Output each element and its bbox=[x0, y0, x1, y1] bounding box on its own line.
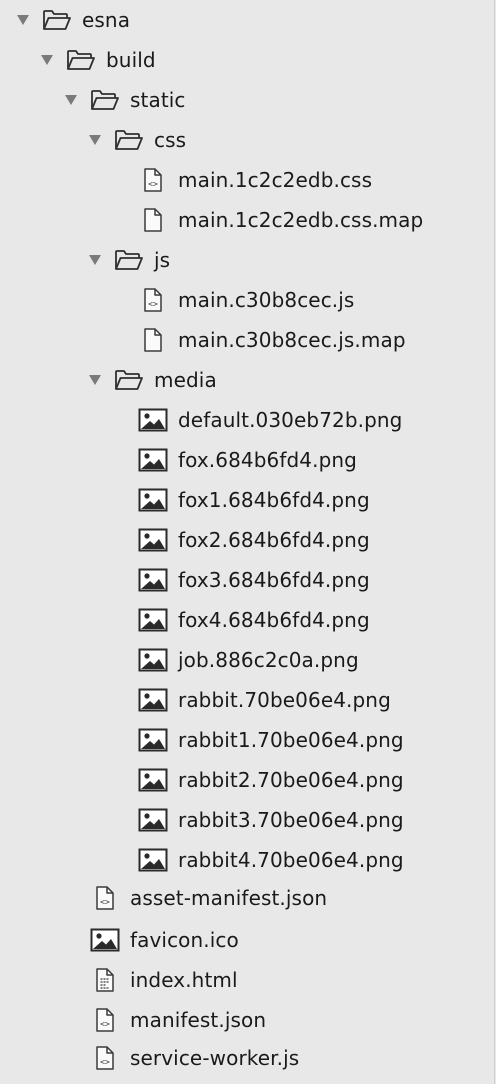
image-file-icon bbox=[138, 647, 168, 673]
image-file-icon bbox=[138, 527, 168, 553]
file-label: service-worker.js bbox=[130, 1046, 300, 1070]
file-label: fox4.684b6fd4.png bbox=[178, 608, 370, 632]
file-label: main.1c2c2edb.css bbox=[178, 168, 373, 192]
tree-file-item[interactable]: main.c30b8cec.js.map bbox=[0, 320, 494, 360]
file-label: fox.684b6fd4.png bbox=[178, 448, 357, 472]
code-file-icon: <> bbox=[138, 287, 168, 313]
image-file-icon bbox=[90, 927, 120, 953]
image-file-icon bbox=[138, 607, 168, 633]
svg-text:<>: <> bbox=[148, 180, 158, 189]
tree-file-item[interactable]: <> manifest.json bbox=[0, 1000, 494, 1040]
tree-file-item[interactable]: default.030eb72b.png bbox=[0, 400, 494, 440]
code-file-icon: <> bbox=[138, 167, 168, 193]
code-file-icon: <> bbox=[90, 1007, 120, 1033]
image-file-icon bbox=[138, 767, 168, 793]
tree-file-item[interactable]: fox4.684b6fd4.png bbox=[0, 600, 494, 640]
image-file-icon bbox=[138, 407, 168, 433]
image-file-icon bbox=[138, 687, 168, 713]
tree-file-item[interactable]: rabbit1.70be06e4.png bbox=[0, 720, 494, 760]
disclosure-triangle-expanded-icon[interactable] bbox=[16, 14, 30, 26]
file-label: rabbit4.70be06e4.png bbox=[178, 848, 404, 872]
file-label: index.html bbox=[130, 968, 238, 992]
disclosure-triangle-expanded-icon[interactable] bbox=[64, 94, 78, 106]
tree-file-item[interactable]: main.1c2c2edb.css.map bbox=[0, 200, 494, 240]
folder-open-icon bbox=[114, 127, 144, 153]
file-label: job.886c2c0a.png bbox=[178, 648, 359, 672]
disclosure-triangle-expanded-icon[interactable] bbox=[88, 254, 102, 266]
file-label: rabbit1.70be06e4.png bbox=[178, 728, 404, 752]
folder-open-icon bbox=[42, 7, 72, 33]
image-file-icon bbox=[138, 447, 168, 473]
code-file-icon: <> bbox=[90, 1045, 120, 1071]
folder-label: js bbox=[154, 248, 171, 272]
image-file-icon bbox=[138, 847, 168, 873]
tree-folder-css[interactable]: css bbox=[0, 120, 494, 160]
code-file-icon: <> bbox=[90, 885, 120, 911]
tree-file-item[interactable]: <> asset-manifest.json bbox=[0, 878, 494, 918]
tree-file-item[interactable]: rabbit.70be06e4.png bbox=[0, 680, 494, 720]
disclosure-triangle-expanded-icon[interactable] bbox=[88, 374, 102, 386]
blank-file-icon bbox=[138, 207, 168, 233]
image-file-icon bbox=[138, 727, 168, 753]
tree-file-item[interactable]: <> main.c30b8cec.js bbox=[0, 280, 494, 320]
tree-file-item[interactable]: rabbit4.70be06e4.png bbox=[0, 840, 494, 880]
tree-folder-esna[interactable]: esna bbox=[0, 0, 494, 40]
svg-text:<>: <> bbox=[100, 1058, 110, 1067]
file-label: fox3.684b6fd4.png bbox=[178, 568, 370, 592]
tree-file-item[interactable]: <> main.1c2c2edb.css bbox=[0, 160, 494, 200]
tree-file-item[interactable]: fox1.684b6fd4.png bbox=[0, 480, 494, 520]
tree-file-item[interactable]: fox.684b6fd4.png bbox=[0, 440, 494, 480]
blank-file-icon bbox=[138, 327, 168, 353]
file-label: manifest.json bbox=[130, 1008, 267, 1032]
file-label: main.c30b8cec.js bbox=[178, 288, 355, 312]
tree-file-item[interactable]: index.html bbox=[0, 960, 494, 1000]
folder-label: css bbox=[154, 128, 187, 152]
folder-label: esna bbox=[82, 8, 131, 32]
disclosure-triangle-expanded-icon[interactable] bbox=[88, 134, 102, 146]
file-label: fox2.684b6fd4.png bbox=[178, 528, 370, 552]
image-file-icon bbox=[138, 807, 168, 833]
file-label: default.030eb72b.png bbox=[178, 408, 403, 432]
file-label: rabbit3.70be06e4.png bbox=[178, 808, 404, 832]
tree-folder-build[interactable]: build bbox=[0, 40, 494, 80]
image-file-icon bbox=[138, 567, 168, 593]
file-label: rabbit2.70be06e4.png bbox=[178, 768, 404, 792]
tree-folder-js[interactable]: js bbox=[0, 240, 494, 280]
folder-open-icon bbox=[114, 247, 144, 273]
tree-file-item[interactable]: fox3.684b6fd4.png bbox=[0, 560, 494, 600]
tree-file-item[interactable]: rabbit3.70be06e4.png bbox=[0, 800, 494, 840]
html-file-icon bbox=[90, 967, 120, 993]
file-label: favicon.ico bbox=[130, 928, 239, 952]
tree-folder-media[interactable]: media bbox=[0, 360, 494, 400]
disclosure-triangle-expanded-icon[interactable] bbox=[40, 54, 54, 66]
tree-file-item[interactable]: fox2.684b6fd4.png bbox=[0, 520, 494, 560]
file-label: main.1c2c2edb.css.map bbox=[178, 208, 424, 232]
folder-open-icon bbox=[114, 367, 144, 393]
tree-file-item[interactable]: rabbit2.70be06e4.png bbox=[0, 760, 494, 800]
file-label: rabbit.70be06e4.png bbox=[178, 688, 391, 712]
tree-file-item[interactable]: <> service-worker.js bbox=[0, 1038, 494, 1078]
svg-text:<>: <> bbox=[148, 300, 158, 309]
file-label: main.c30b8cec.js.map bbox=[178, 328, 406, 352]
folder-label: media bbox=[154, 368, 217, 392]
image-file-icon bbox=[138, 487, 168, 513]
folder-open-icon bbox=[90, 87, 120, 113]
folder-label: build bbox=[106, 48, 156, 72]
tree-folder-static[interactable]: static bbox=[0, 80, 494, 120]
tree-file-item[interactable]: job.886c2c0a.png bbox=[0, 640, 494, 680]
file-label: asset-manifest.json bbox=[130, 886, 328, 910]
tree-file-item[interactable]: favicon.ico bbox=[0, 920, 494, 960]
file-tree-panel: esna build static css <> main.1c2c2edb.css mai… bbox=[0, 0, 495, 1084]
folder-label: static bbox=[130, 88, 186, 112]
svg-text:<>: <> bbox=[100, 898, 110, 907]
svg-text:<>: <> bbox=[100, 1020, 110, 1029]
folder-open-icon bbox=[66, 47, 96, 73]
file-label: fox1.684b6fd4.png bbox=[178, 488, 370, 512]
